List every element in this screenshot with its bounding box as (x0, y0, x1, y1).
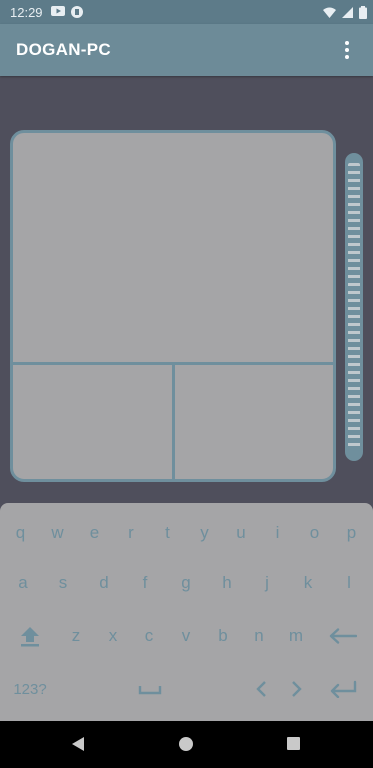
key-l[interactable]: l (331, 563, 367, 603)
key-d[interactable]: d (86, 563, 122, 603)
key-row-1: q w e r t y u i o p (0, 513, 373, 553)
key-x[interactable]: x (95, 616, 131, 656)
key-t[interactable]: t (149, 513, 186, 553)
key-w[interactable]: w (39, 513, 76, 553)
key-row-4: 123? (0, 669, 373, 709)
key-v[interactable]: v (168, 616, 204, 656)
key-h[interactable]: h (209, 563, 245, 603)
left-click-button[interactable] (13, 365, 175, 479)
key-m[interactable]: m (278, 616, 314, 656)
key-r[interactable]: r (113, 513, 149, 553)
wifi-icon (323, 7, 336, 18)
system-nav-bar (0, 721, 373, 768)
app-bar: DOGAN-PC (0, 24, 373, 76)
key-n[interactable]: n (241, 616, 277, 656)
key-g[interactable]: g (168, 563, 204, 603)
arrow-left-icon[interactable] (246, 669, 276, 709)
space-icon[interactable] (130, 669, 170, 709)
key-c[interactable]: c (131, 616, 167, 656)
key-b[interactable]: b (205, 616, 241, 656)
home-icon[interactable] (179, 737, 193, 751)
arrow-right-icon[interactable] (282, 669, 312, 709)
enter-icon[interactable] (322, 669, 364, 709)
key-o[interactable]: o (296, 513, 333, 553)
key-z[interactable]: z (58, 616, 94, 656)
battery-icon (359, 5, 367, 19)
key-e[interactable]: e (76, 513, 113, 553)
key-p[interactable]: p (333, 513, 370, 553)
key-y[interactable]: y (186, 513, 223, 553)
back-icon[interactable] (72, 737, 84, 751)
key-q[interactable]: q (2, 513, 39, 553)
app-title: DOGAN-PC (16, 40, 111, 59)
key-s[interactable]: s (45, 563, 81, 603)
signal-icon (342, 6, 353, 18)
shift-icon[interactable] (10, 616, 50, 656)
right-click-button[interactable] (175, 365, 334, 479)
numbers-key[interactable]: 123? (4, 669, 56, 709)
keyboard: q w e r t y u i o p a s d f g h j k l z … (0, 503, 373, 721)
key-a[interactable]: a (5, 563, 41, 603)
status-bar: 12:29 (0, 0, 373, 24)
key-u[interactable]: u (223, 513, 259, 553)
key-k[interactable]: k (290, 563, 326, 603)
recents-icon[interactable] (287, 737, 300, 750)
key-row-2: a s d f g h j k l (0, 563, 373, 603)
overflow-menu-icon[interactable] (337, 38, 357, 62)
backspace-icon[interactable] (322, 616, 364, 656)
key-row-3: z x c v b n m (0, 616, 373, 656)
scroll-grip (348, 163, 360, 451)
key-f[interactable]: f (127, 563, 163, 603)
youtube-icon (50, 6, 65, 16)
touchpad[interactable] (10, 130, 336, 482)
key-j[interactable]: j (249, 563, 285, 603)
touchpad-buttons (13, 362, 333, 479)
status-time: 12:29 (10, 4, 43, 20)
scroll-strip[interactable] (345, 153, 363, 461)
key-i[interactable]: i (259, 513, 296, 553)
app-notification-icon (70, 6, 83, 18)
